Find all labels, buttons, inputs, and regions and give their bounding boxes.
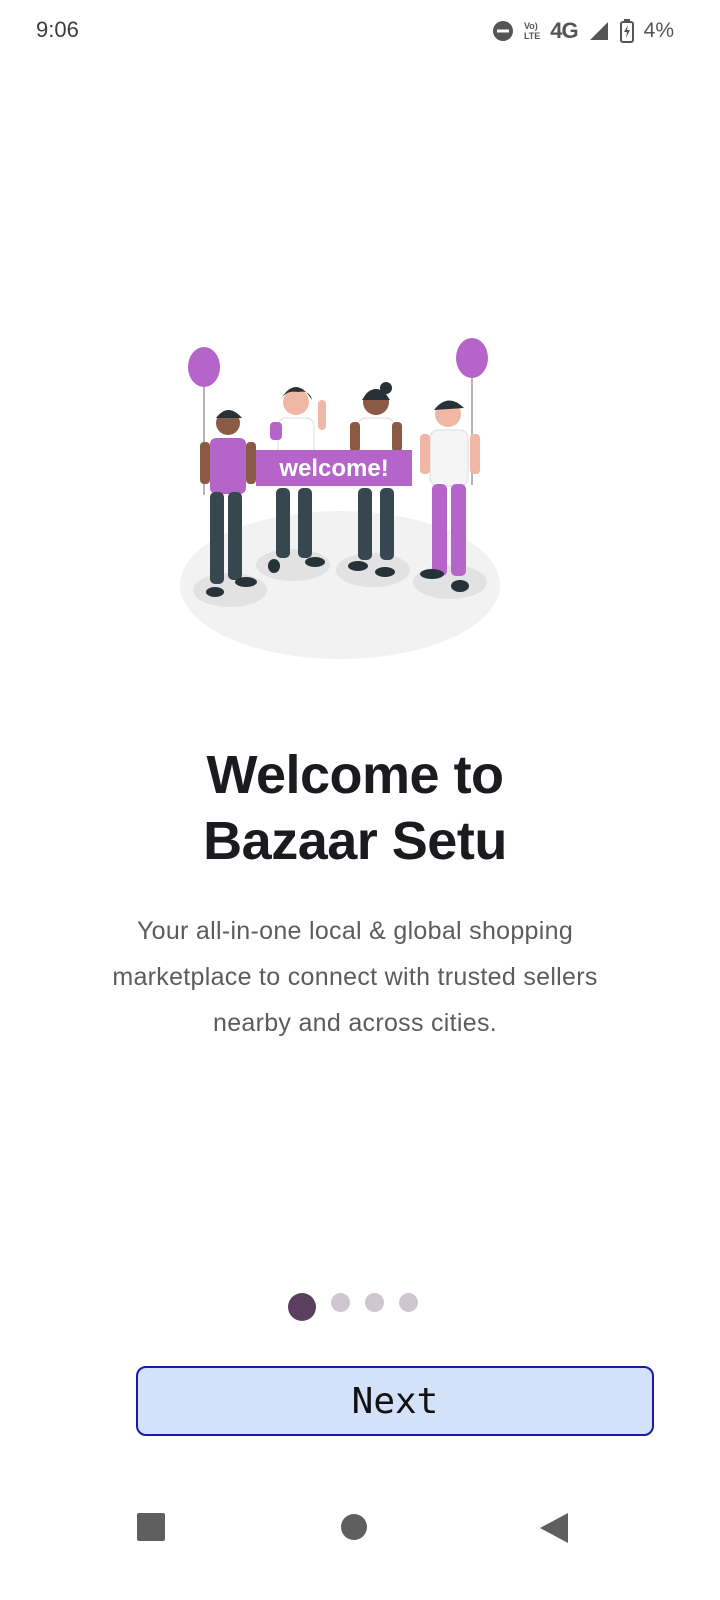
title-line-1: Welcome to (206, 745, 504, 805)
system-nav-bar (0, 1490, 720, 1600)
volte-top-text: Vo) (523, 21, 538, 31)
recents-icon[interactable] (136, 1512, 166, 1547)
signal-icon (588, 20, 610, 42)
banner-text: welcome! (278, 455, 388, 482)
page-dot[interactable] (399, 1293, 418, 1312)
next-button[interactable]: Next (136, 1366, 654, 1436)
page-dot[interactable] (331, 1293, 350, 1312)
page-dot-active[interactable] (288, 1293, 316, 1321)
home-icon[interactable] (339, 1512, 369, 1547)
welcome-illustration: welcome! (170, 330, 520, 670)
dnd-icon (492, 20, 514, 42)
back-icon[interactable] (538, 1512, 570, 1549)
status-time: 9:06 (36, 17, 79, 42)
network-type: 4G (550, 18, 578, 43)
page-subtitle: Your all-in-one local & global shopping … (112, 917, 598, 1037)
status-bar: 9:06 Vo) LTE 4G 4% (0, 0, 720, 62)
page-dot[interactable] (365, 1293, 384, 1312)
battery-percent: 4% (643, 19, 674, 42)
page-title: Welcome to Bazaar Setu (0, 742, 710, 874)
volte-bottom-text: LTE (523, 31, 541, 41)
title-line-2: Bazaar Setu (203, 811, 507, 871)
page-indicator (0, 1290, 720, 1324)
status-icons: Vo) LTE 4G 4% (492, 14, 674, 48)
battery-charging-icon (619, 19, 634, 43)
volte-icon: Vo) LTE (524, 21, 540, 41)
